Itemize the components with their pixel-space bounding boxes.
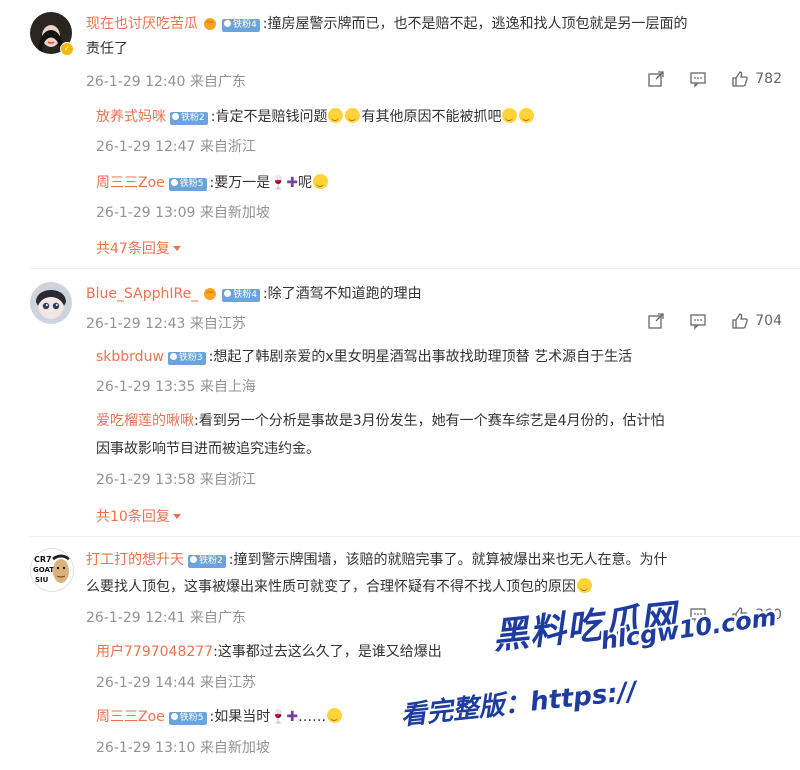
fan-badge: 铁粉3 bbox=[167, 352, 206, 365]
reply-username[interactable]: 放养式妈咪 bbox=[96, 109, 166, 125]
comment-icon[interactable] bbox=[689, 312, 707, 330]
comment-body: :撞房屋警示牌而已，也不是赔不起，逃逸和找人顶包就是另一层面的 bbox=[262, 16, 688, 32]
comment-body-continued: 么要找人顶包，这事被爆出来性质可就变了，合理怀疑有不得不找人顶包的原因 bbox=[86, 579, 576, 595]
username[interactable]: Blue_SApphIRe_ bbox=[86, 286, 198, 302]
reply-body: :想起了韩剧亲爱的x里女明星酒驾出事故找助理顶替 艺术源自于生活 bbox=[208, 349, 633, 365]
comment-icon[interactable] bbox=[689, 70, 707, 88]
fan-badge: 铁粉2 bbox=[188, 555, 226, 568]
crying-laugh-emoji bbox=[328, 108, 344, 123]
crown-icon bbox=[204, 18, 216, 30]
comment-body: :撞到警示牌围墙，该赔的就赔完事了。就算被爆出来也无人在意。为什 bbox=[228, 552, 668, 568]
more-replies-link[interactable]: 共47条回复 bbox=[96, 238, 181, 258]
more-replies-link[interactable]: 共10条回复 bbox=[96, 506, 181, 526]
reply-body: :如果当时 bbox=[209, 709, 271, 725]
caret-down-icon bbox=[172, 246, 181, 251]
reply-username[interactable]: 用户7797048277 bbox=[96, 644, 213, 660]
comment-actions: 704 bbox=[623, 312, 782, 330]
comment-actions: 782 bbox=[623, 70, 782, 88]
reply-body: :肯定不是赔钱问题 bbox=[210, 109, 328, 125]
fan-badge: 铁粉4 bbox=[222, 289, 260, 302]
comment-body-continued: 责任了 bbox=[86, 41, 128, 57]
reply-body: :看到另一个分析是事故是3月份发生，她有一个赛车综艺是4月份的，估计怕 bbox=[194, 413, 665, 429]
reply-time: 26-1-29 13:58 来自浙江 bbox=[96, 472, 256, 488]
like-icon[interactable] bbox=[731, 70, 749, 88]
divider bbox=[30, 268, 800, 269]
comment-text-line2: 么要找人顶包，这事被爆出来性质可就变了，合理怀疑有不得不找人顶包的原因 bbox=[86, 576, 780, 598]
fan-badge: 铁粉5 bbox=[168, 178, 207, 191]
reply-body-cont: 呢 bbox=[298, 175, 313, 191]
share-icon[interactable] bbox=[647, 312, 665, 330]
like-icon[interactable] bbox=[731, 312, 749, 330]
crying-laugh-emoji bbox=[502, 108, 518, 123]
svg-text:SIU: SIU bbox=[35, 576, 49, 584]
reply-2-line2: 因事故影响节目进而被追究违约金。 bbox=[96, 438, 780, 460]
username[interactable]: 打工打的想升天 bbox=[86, 552, 184, 568]
fan-badge: 铁粉5 bbox=[168, 712, 207, 725]
reply-time: 26-1-29 12:47 来自浙江 bbox=[96, 139, 256, 155]
reply-time: 26-1-29 13:09 来自新加坡 bbox=[96, 205, 270, 221]
smile-emoji bbox=[327, 708, 343, 723]
share-icon[interactable] bbox=[647, 70, 665, 88]
plus-emoji: ✚ bbox=[286, 709, 299, 725]
like-count: 704 bbox=[755, 313, 782, 329]
like-count: 782 bbox=[755, 71, 782, 87]
avatar[interactable] bbox=[30, 282, 72, 324]
divider bbox=[30, 536, 800, 537]
reply-username[interactable]: 周三三Zoe bbox=[96, 709, 165, 725]
wine-glass-emoji: 🍷 bbox=[270, 176, 287, 191]
crying-laugh-emoji bbox=[345, 108, 361, 123]
smile-emoji bbox=[577, 578, 592, 593]
username[interactable]: 现在也讨厌吃苦瓜 bbox=[86, 16, 198, 32]
comment-time: 26-1-29 12:40 来自广东 bbox=[86, 74, 246, 90]
reply-time: 26-1-29 13:35 来自上海 bbox=[96, 379, 256, 395]
avatar-text: CR7 bbox=[34, 555, 52, 564]
reply-2: 爱吃榴莲的啾啾:看到另一个分析是事故是3月份发生，她有一个赛车综艺是4月份的，估… bbox=[96, 410, 780, 432]
plus-emoji: ✚ bbox=[286, 175, 299, 191]
reply-1: skbbrduw 铁粉3:想起了韩剧亲爱的x里女明星酒驾出事故找助理顶替 艺术源自… bbox=[96, 346, 780, 368]
crying-laugh-emoji bbox=[519, 108, 535, 123]
fan-badge: 铁粉2 bbox=[170, 112, 208, 125]
reply-body: :这事都过去这么久了，是谁又给爆出 bbox=[213, 644, 442, 660]
reply-body-cont: …… bbox=[298, 709, 327, 725]
reply-body: :要万一是 bbox=[209, 175, 271, 191]
comment-text: Blue_SApphIRe_ 铁粉4:除了酒驾不知道跑的理由 bbox=[86, 283, 780, 305]
comment-body: :除了酒驾不知道跑的理由 bbox=[262, 286, 422, 302]
smile-emoji bbox=[313, 174, 329, 189]
comment-text: 现在也讨厌吃苦瓜 铁粉4:撞房屋警示牌而已，也不是赔不起，逃逸和找人顶包就是另一层… bbox=[86, 13, 780, 35]
caret-down-icon bbox=[172, 514, 181, 519]
reply-body-cont: 有其他原因不能被抓吧 bbox=[361, 109, 502, 125]
comment-text-line2: 责任了 bbox=[86, 38, 780, 60]
reply-time: 26-1-29 14:44 来自江苏 bbox=[96, 675, 256, 691]
comment-text: 打工打的想升天 铁粉2:撞到警示牌围墙，该赔的就赔完事了。就算被爆出来也无人在意。… bbox=[86, 549, 780, 571]
reply-1: 放养式妈咪 铁粉2:肯定不是赔钱问题 有其他原因不能被抓吧 bbox=[96, 106, 780, 128]
avatar[interactable]: CR7 GOAT SIU bbox=[30, 548, 74, 592]
wine-glass-emoji: 🍷 bbox=[270, 710, 287, 725]
reply-username[interactable]: skbbrduw bbox=[96, 349, 164, 365]
reply-body-cont: 因事故影响节目进而被追究违约金。 bbox=[96, 441, 320, 457]
svg-text:GOAT: GOAT bbox=[33, 566, 54, 574]
comment-time: 26-1-29 12:41 来自广东 bbox=[86, 610, 246, 626]
comment-time: 26-1-29 12:43 来自江苏 bbox=[86, 316, 246, 332]
fan-badge: 铁粉4 bbox=[222, 19, 260, 32]
reply-username[interactable]: 爱吃榴莲的啾啾 bbox=[96, 413, 194, 429]
verified-icon: ✓ bbox=[60, 42, 74, 56]
reply-2: 周三三Zoe 铁粉5:要万一是🍷✚呢 bbox=[96, 172, 780, 195]
reply-username[interactable]: 周三三Zoe bbox=[96, 175, 165, 191]
crown-icon bbox=[204, 288, 217, 300]
reply-time: 26-1-29 13:10 来自新加坡 bbox=[96, 740, 270, 756]
